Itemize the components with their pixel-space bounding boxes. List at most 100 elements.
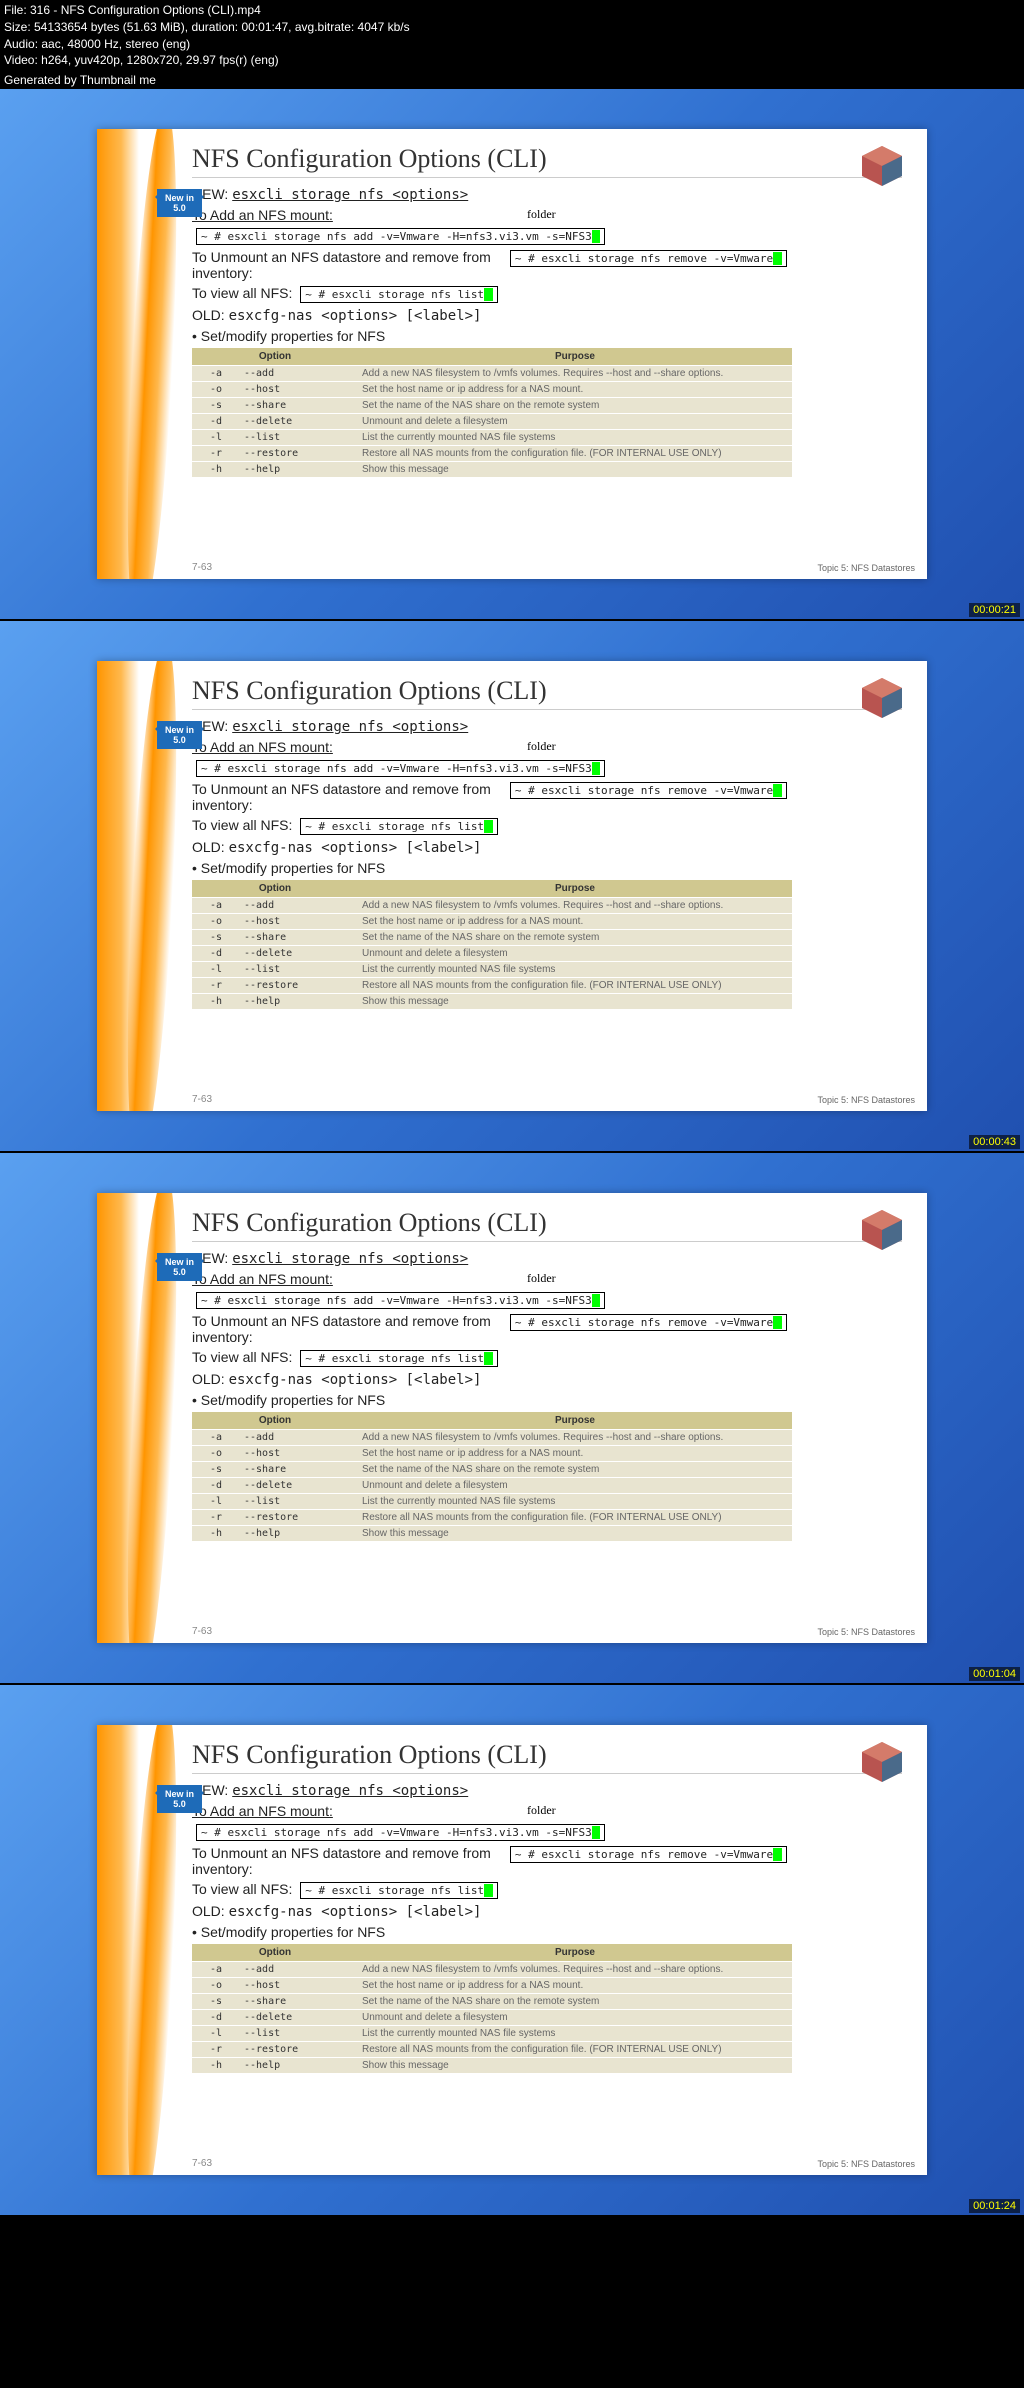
page-number: 7-63: [192, 562, 212, 573]
slide-title: NFS Configuration Options (CLI): [192, 1740, 902, 1774]
page-number: 7-63: [192, 1626, 212, 1637]
list-command: ~ # esxcli storage nfs list: [300, 1882, 497, 1899]
table-row: -h--helpShow this message: [192, 462, 792, 478]
table-row: -l--listList the currently mounted NAS f…: [192, 1494, 792, 1510]
new-row: NEW: esxcli storage nfs <options>: [192, 1782, 902, 1799]
props-row: • Set/modify properties for NFS: [192, 860, 902, 876]
options-table: OptionPurpose -a--addAdd a new NAS files…: [192, 880, 792, 1010]
add-command: ~ # esxcli storage nfs add -v=Vmware -H=…: [196, 1292, 605, 1309]
page-number: 7-63: [192, 2158, 212, 2169]
handwriting-folder: folder: [527, 739, 556, 754]
options-table: OptionPurpose -a--addAdd a new NAS files…: [192, 1412, 792, 1542]
add-command: ~ # esxcli storage nfs add -v=Vmware -H=…: [196, 1824, 605, 1841]
table-row: -o--host Set the host name or ip address…: [192, 1978, 792, 1994]
table-row: -d--deleteUnmount and delete a filesyste…: [192, 2010, 792, 2026]
table-row: -r--restoreRestore all NAS mounts from t…: [192, 446, 792, 462]
new-row: NEW: esxcli storage nfs <options>: [192, 1250, 902, 1267]
list-command: ~ # esxcli storage nfs list: [300, 286, 497, 303]
page-number: 7-63: [192, 1094, 212, 1105]
view-row: To view all NFS: ~ # esxcli storage nfs …: [192, 817, 902, 835]
handwriting-folder: folder: [527, 1271, 556, 1286]
table-row: -r--restoreRestore all NAS mounts from t…: [192, 2042, 792, 2058]
unmount-row: To Unmount an NFS datastore and remove f…: [192, 1845, 902, 1877]
new-badge: New in5.0: [157, 189, 202, 217]
generator: Generated by Thumbnail me: [0, 71, 1024, 89]
table-row: -h--helpShow this message: [192, 1526, 792, 1542]
thumbnail: New in5.0 NFS Configuration Options (CLI…: [0, 1685, 1024, 2215]
table-row: -o--host Set the host name or ip address…: [192, 1446, 792, 1462]
unmount-row: To Unmount an NFS datastore and remove f…: [192, 781, 902, 813]
slide: New in5.0 NFS Configuration Options (CLI…: [97, 661, 927, 1111]
slide: New in5.0 NFS Configuration Options (CLI…: [97, 1193, 927, 1643]
thumbnail: New in5.0 NFS Configuration Options (CLI…: [0, 1153, 1024, 1683]
unmount-row: To Unmount an NFS datastore and remove f…: [192, 249, 902, 281]
cube-logo-icon: [857, 1208, 907, 1253]
cube-logo-icon: [857, 144, 907, 189]
list-command: ~ # esxcli storage nfs list: [300, 1350, 497, 1367]
topic-footer: Topic 5: NFS Datastores: [817, 2159, 915, 2169]
table-row: -r--restoreRestore all NAS mounts from t…: [192, 1510, 792, 1526]
timestamp: 00:00:43: [969, 1135, 1020, 1149]
table-row: -l--listList the currently mounted NAS f…: [192, 430, 792, 446]
remove-command: ~ # esxcli storage nfs remove -v=Vmware: [510, 782, 787, 799]
cube-logo-icon: [857, 676, 907, 721]
table-row: -r--restoreRestore all NAS mounts from t…: [192, 978, 792, 994]
old-row: OLD: esxcfg-nas <options> [<label>]: [192, 1903, 902, 1920]
new-row: NEW: esxcli storage nfs <options>: [192, 186, 902, 203]
file-info: File: 316 - NFS Configuration Options (C…: [0, 0, 1024, 71]
table-row: -d--deleteUnmount and delete a filesyste…: [192, 1478, 792, 1494]
slide-title: NFS Configuration Options (CLI): [192, 676, 902, 710]
table-row: -s--share Set the name of the NAS share …: [192, 398, 792, 414]
table-row: -a--addAdd a new NAS filesystem to /vmfs…: [192, 1430, 792, 1446]
unmount-row: To Unmount an NFS datastore and remove f…: [192, 1313, 902, 1345]
old-row: OLD: esxcfg-nas <options> [<label>]: [192, 307, 902, 324]
options-table: OptionPurpose -a--addAdd a new NAS files…: [192, 1944, 792, 2074]
table-row: -a--addAdd a new NAS filesystem to /vmfs…: [192, 898, 792, 914]
add-command: ~ # esxcli storage nfs add -v=Vmware -H=…: [196, 760, 605, 777]
table-row: -d--deleteUnmount and delete a filesyste…: [192, 946, 792, 962]
new-row: NEW: esxcli storage nfs <options>: [192, 718, 902, 735]
handwriting-folder: folder: [527, 207, 556, 222]
new-badge: New in5.0: [157, 721, 202, 749]
timestamp: 00:01:04: [969, 1667, 1020, 1681]
handwriting-folder: folder: [527, 1803, 556, 1818]
table-row: -h--helpShow this message: [192, 994, 792, 1010]
remove-command: ~ # esxcli storage nfs remove -v=Vmware: [510, 1846, 787, 1863]
props-row: • Set/modify properties for NFS: [192, 1392, 902, 1408]
list-command: ~ # esxcli storage nfs list: [300, 818, 497, 835]
table-row: -h--helpShow this message: [192, 2058, 792, 2074]
add-command: ~ # esxcli storage nfs add -v=Vmware -H=…: [196, 228, 605, 245]
remove-command: ~ # esxcli storage nfs remove -v=Vmware: [510, 250, 787, 267]
cube-logo-icon: [857, 1740, 907, 1785]
table-row: -a--addAdd a new NAS filesystem to /vmfs…: [192, 366, 792, 382]
new-badge: New in5.0: [157, 1253, 202, 1281]
props-row: • Set/modify properties for NFS: [192, 1924, 902, 1940]
table-row: -d--deleteUnmount and delete a filesyste…: [192, 414, 792, 430]
topic-footer: Topic 5: NFS Datastores: [817, 1095, 915, 1105]
view-row: To view all NFS: ~ # esxcli storage nfs …: [192, 1881, 902, 1899]
table-row: -o--host Set the host name or ip address…: [192, 382, 792, 398]
table-row: -a--addAdd a new NAS filesystem to /vmfs…: [192, 1962, 792, 1978]
slide: New in5.0 NFS Configuration Options (CLI…: [97, 129, 927, 579]
thumbnail: New in5.0 NFS Configuration Options (CLI…: [0, 621, 1024, 1151]
view-row: To view all NFS: ~ # esxcli storage nfs …: [192, 285, 902, 303]
view-row: To view all NFS: ~ # esxcli storage nfs …: [192, 1349, 902, 1367]
slide-title: NFS Configuration Options (CLI): [192, 1208, 902, 1242]
thumbnail: New in5.0 NFS Configuration Options (CLI…: [0, 89, 1024, 619]
timestamp: 00:01:24: [969, 2199, 1020, 2213]
topic-footer: Topic 5: NFS Datastores: [817, 563, 915, 573]
table-row: -s--share Set the name of the NAS share …: [192, 930, 792, 946]
props-row: • Set/modify properties for NFS: [192, 328, 902, 344]
new-badge: New in5.0: [157, 1785, 202, 1813]
timestamp: 00:00:21: [969, 603, 1020, 617]
table-row: -o--host Set the host name or ip address…: [192, 914, 792, 930]
table-row: -l--listList the currently mounted NAS f…: [192, 2026, 792, 2042]
slide: New in5.0 NFS Configuration Options (CLI…: [97, 1725, 927, 2175]
old-row: OLD: esxcfg-nas <options> [<label>]: [192, 839, 902, 856]
table-row: -l--listList the currently mounted NAS f…: [192, 962, 792, 978]
options-table: OptionPurpose -a--addAdd a new NAS files…: [192, 348, 792, 478]
topic-footer: Topic 5: NFS Datastores: [817, 1627, 915, 1637]
table-row: -s--share Set the name of the NAS share …: [192, 1462, 792, 1478]
remove-command: ~ # esxcli storage nfs remove -v=Vmware: [510, 1314, 787, 1331]
slide-title: NFS Configuration Options (CLI): [192, 144, 902, 178]
